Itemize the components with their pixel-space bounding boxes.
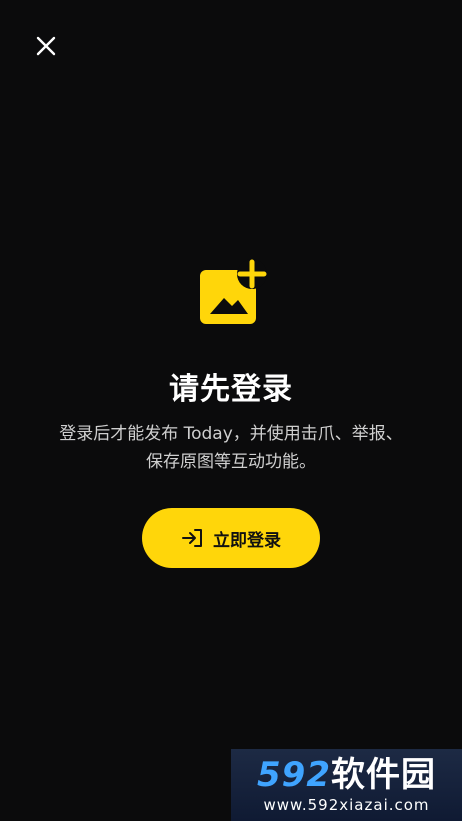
login-arrow-icon [182,529,202,547]
login-button-label: 立即登录 [213,530,281,551]
watermark-brand-number: 592 [257,755,331,795]
description-line-2: 保存原图等互动功能。 [146,452,316,472]
watermark-url: www.592xiazai.com [263,796,430,814]
watermark-brand: 592软件园 [257,756,436,794]
description-line-1: 登录后才能发布 Today，并使用击爪、举报、 [59,424,403,444]
login-description: 登录后才能发布 Today，并使用击爪、举报、 保存原图等互动功能。 [40,420,422,476]
watermark: 592软件园 www.592xiazai.com [231,749,462,821]
add-image-icon [198,258,268,326]
close-button[interactable] [28,28,64,64]
page-title: 请先登录 [169,372,293,407]
login-button[interactable]: 立即登录 [142,508,320,568]
close-icon [36,36,56,56]
watermark-brand-text: 软件园 [330,755,436,795]
